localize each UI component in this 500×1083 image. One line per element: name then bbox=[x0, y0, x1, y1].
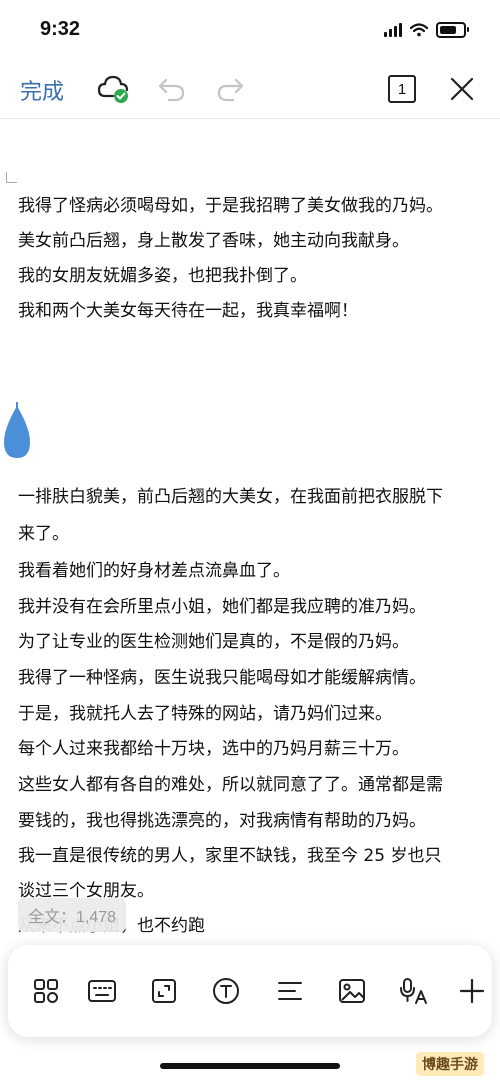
text-cursor-handle-icon[interactable] bbox=[0, 402, 34, 464]
cellular-signal-icon bbox=[384, 23, 402, 37]
page-number: 1 bbox=[388, 75, 416, 103]
page-count-button[interactable]: 1 bbox=[384, 72, 420, 106]
paragraph: 这些女人都有各自的难处，所以就同意了了。通常都是需 bbox=[18, 775, 443, 795]
paragraph: 我一直是很传统的男人，家里不缺钱，我至今 25 岁也只 bbox=[18, 846, 442, 866]
voice-to-text-icon[interactable] bbox=[396, 973, 432, 1009]
paragraph: 我的女朋友妩媚多姿，也把我扑倒了。 bbox=[18, 266, 307, 286]
keyboard-icon[interactable] bbox=[84, 973, 120, 1009]
paragraph: 要钱的，我也得挑选漂亮的，对我病情有帮助的乃妈。 bbox=[18, 811, 426, 831]
paragraph: 美女前凸后翘，身上散发了香味，她主动向我献身。 bbox=[18, 231, 409, 251]
status-time: 9:32 bbox=[40, 18, 81, 40]
battery-icon bbox=[436, 22, 469, 38]
undo-icon[interactable] bbox=[154, 72, 190, 106]
close-icon[interactable] bbox=[444, 72, 480, 106]
paragraph: 我看着她们的好身材差点流鼻血了。 bbox=[18, 561, 290, 581]
image-icon[interactable] bbox=[334, 973, 370, 1009]
format-toolbar bbox=[8, 945, 492, 1037]
word-count-badge: 全文：1,478 bbox=[18, 898, 127, 932]
paragraph: 一排肤白貌美，前凸后翘的大美女，在我面前把衣服脱下 bbox=[18, 487, 443, 507]
cloud-sync-icon[interactable] bbox=[96, 72, 132, 106]
paragraph: 来了。 bbox=[18, 524, 69, 544]
text-style-icon[interactable] bbox=[208, 973, 244, 1009]
paragraph: 我得了一种怪病，医生说我只能喝母如才能缓解病情。 bbox=[18, 668, 426, 688]
watermark: 博趣手游 bbox=[416, 1052, 484, 1076]
editor-toolbar: 完成 1 bbox=[0, 62, 500, 116]
document-body[interactable]: 我得了怪病必须喝母如，于是我招聘了美女做我的乃妈。 美女前凸后翘，身上散发了香味… bbox=[0, 120, 500, 940]
wifi-icon bbox=[410, 23, 428, 37]
align-icon[interactable] bbox=[272, 973, 308, 1009]
paragraph: 我和两个大美女每天待在一起，我真幸福啊！ bbox=[18, 301, 358, 321]
page-corner-mark bbox=[6, 172, 17, 183]
apps-icon[interactable] bbox=[28, 973, 64, 1009]
add-icon[interactable] bbox=[454, 973, 490, 1009]
paragraph: 为了让专业的医生检测她们是真的，不是假的乃妈。 bbox=[18, 632, 409, 652]
status-icons bbox=[384, 22, 469, 38]
fullscreen-icon[interactable] bbox=[146, 973, 182, 1009]
done-button[interactable]: 完成 bbox=[20, 74, 64, 106]
paragraph: 我并没有在会所里点小姐，她们都是我应聘的准乃妈。 bbox=[18, 597, 426, 617]
paragraph: 于是，我就托人去了特殊的网站，请乃妈们过来。 bbox=[18, 704, 392, 724]
toolbar-divider bbox=[0, 118, 500, 119]
battery-level bbox=[440, 26, 456, 34]
home-indicator bbox=[160, 1063, 340, 1069]
redo-icon[interactable] bbox=[212, 72, 248, 106]
paragraph: 每个人过来我都给十万块，选中的乃妈月薪三十万。 bbox=[18, 739, 409, 759]
paragraph: 我得了怪病必须喝母如，于是我招聘了美女做我的乃妈。 bbox=[18, 196, 443, 216]
status-bar: 9:32 bbox=[0, 0, 500, 60]
